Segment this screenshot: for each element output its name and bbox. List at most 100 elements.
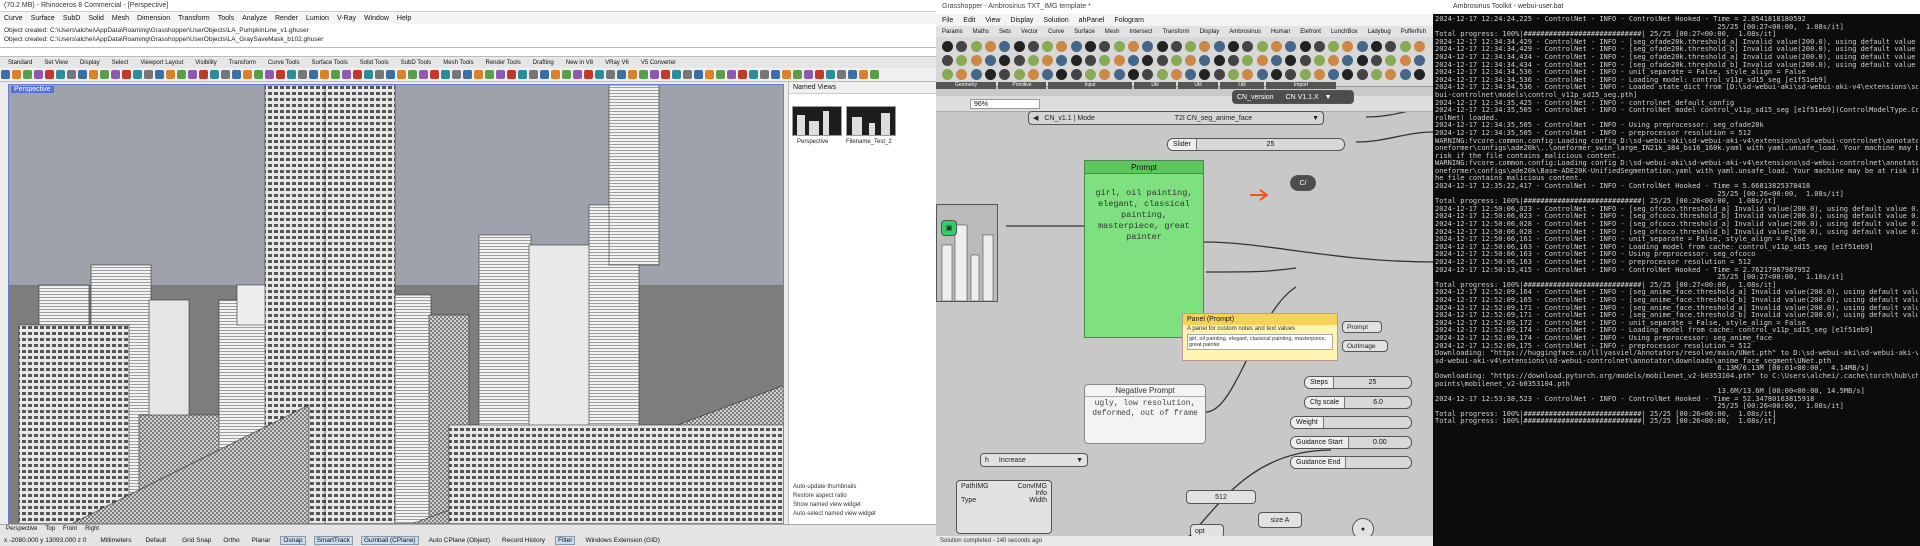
gh-menu-item[interactable]: Edit	[963, 17, 975, 24]
menu-item[interactable]: Curve	[4, 15, 23, 22]
gh-component-icon[interactable]	[1256, 69, 1268, 80]
gh-component-icon[interactable]	[1199, 41, 1211, 52]
gh-component-icon[interactable]	[1342, 55, 1354, 66]
gh-component-icon[interactable]	[1413, 69, 1425, 80]
toolbar-tab[interactable]: VRay V6	[605, 60, 629, 66]
toolbar-tool-icon[interactable]	[595, 70, 604, 79]
toolbar-tool-icon[interactable]	[826, 70, 835, 79]
option-checkbox[interactable]: Show named view widget	[793, 502, 861, 508]
weight-slider[interactable]: Weight	[1290, 416, 1412, 429]
toolbar-tab[interactable]: SubD Tools	[401, 60, 432, 66]
units-readout[interactable]: Millimeters	[100, 537, 131, 544]
toolbar-tool-icon[interactable]	[144, 70, 153, 79]
toolbar-tab[interactable]: Select	[112, 60, 129, 66]
gh-component-icon[interactable]	[1413, 55, 1425, 66]
gh-component-icon[interactable]	[1199, 69, 1211, 80]
gh-component-icon[interactable]	[1285, 41, 1297, 52]
menu-item[interactable]: SubD	[63, 15, 81, 22]
viewport-label[interactable]: Perspective	[11, 86, 54, 93]
named-view-thumbnail[interactable]	[846, 106, 896, 136]
toolbar-tool-icon[interactable]	[430, 70, 439, 79]
toolbar-tool-icon[interactable]	[518, 70, 527, 79]
osnap-toggle[interactable]: Planar	[250, 537, 273, 544]
gh-component-icon[interactable]	[970, 55, 982, 66]
viewport-tab[interactable]: Right	[85, 526, 99, 532]
toolbar-tool-icon[interactable]	[177, 70, 186, 79]
gh-tab[interactable]: Human	[1271, 29, 1290, 35]
gh-component-icon[interactable]	[1313, 55, 1325, 66]
menu-item[interactable]: Render	[275, 15, 298, 22]
gh-component-icon[interactable]	[1027, 55, 1039, 66]
gh-component-icon[interactable]	[1113, 55, 1125, 66]
toolbar-tab[interactable]: New in V8	[566, 60, 593, 66]
gh-component-icon[interactable]	[1070, 69, 1082, 80]
gh-component-icon[interactable]	[1156, 41, 1168, 52]
toolbar-tool-icon[interactable]	[397, 70, 406, 79]
toolbar-tab[interactable]: Viewport Layout	[140, 60, 183, 66]
toolbar-tab[interactable]: Solid Tools	[360, 60, 389, 66]
gh-component-icon[interactable]	[1285, 55, 1297, 66]
toolbar-tool-icon[interactable]	[584, 70, 593, 79]
gh-component-icon[interactable]	[1042, 69, 1054, 80]
gh-tab[interactable]: Vector	[1021, 29, 1038, 35]
perspective-viewport[interactable]: Perspective	[8, 84, 784, 524]
gh-component-icon[interactable]	[1385, 41, 1397, 52]
osnap-toggle[interactable]: Osnap	[280, 536, 306, 545]
gh-component-icon[interactable]	[1371, 55, 1382, 66]
slider-component[interactable]: Slider 25	[1167, 138, 1345, 151]
gh-component-icon[interactable]	[942, 55, 953, 66]
toolbar-tool-icon[interactable]	[166, 70, 175, 79]
gh-component-icon[interactable]	[1027, 41, 1039, 52]
toolbar-tool-icon[interactable]	[859, 70, 868, 79]
menu-item[interactable]: Transform	[178, 15, 210, 22]
gh-component-icon[interactable]	[1127, 69, 1139, 80]
toolbar-tool-icon[interactable]	[342, 70, 351, 79]
viewport-tab[interactable]: Top	[45, 526, 55, 532]
osnap-toggle[interactable]: Grid Snap	[180, 537, 213, 544]
viewport-tab[interactable]: Perspective	[6, 526, 37, 532]
gh-tab[interactable]: Surface	[1074, 29, 1095, 35]
gh-component-icon[interactable]	[1328, 69, 1340, 80]
osnap-toggle[interactable]: Ortho	[221, 537, 241, 544]
gh-tab[interactable]: Mesh	[1105, 29, 1120, 35]
gh-tab[interactable]: Sets	[999, 29, 1011, 35]
gh-component-icon[interactable]	[1342, 41, 1354, 52]
menu-item[interactable]: Tools	[218, 15, 234, 22]
toolbar-tool-icon[interactable]	[243, 70, 252, 79]
toolbar-tool-icon[interactable]	[782, 70, 791, 79]
toolbar-tool-icon[interactable]	[375, 70, 384, 79]
toolbar-tool-icon[interactable]	[496, 70, 505, 79]
gh-component-icon[interactable]	[942, 41, 953, 52]
toolbar-tool-icon[interactable]	[815, 70, 824, 79]
gh-tab[interactable]: Transform	[1162, 29, 1189, 35]
toolbar-tool-icon[interactable]	[100, 70, 109, 79]
toolbar-tool-icon[interactable]	[188, 70, 197, 79]
gh-component-icon[interactable]	[1013, 41, 1025, 52]
gh-component-icon[interactable]	[956, 55, 968, 66]
toolbar-tab[interactable]: Display	[80, 60, 100, 66]
gh-component-icon[interactable]	[1299, 41, 1311, 52]
mode-selector[interactable]: ◀ CN_v1.1 | Mode T2I CN_seg_anime_face ▼	[1028, 111, 1324, 125]
gh-component-icon[interactable]	[1113, 69, 1125, 80]
gh-component-icon[interactable]	[1056, 55, 1068, 66]
toolbar-tool-icon[interactable]	[474, 70, 483, 79]
gh-tab[interactable]: Pufferfish	[1401, 29, 1426, 35]
gh-component-icon[interactable]	[1056, 69, 1068, 80]
menu-item[interactable]: Solid	[88, 15, 104, 22]
gh-component-icon[interactable]	[1070, 55, 1082, 66]
toolbar-tab[interactable]: Transform	[229, 60, 256, 66]
menu-item[interactable]: Surface	[31, 15, 55, 22]
gh-component-icon[interactable]	[1013, 69, 1025, 80]
menu-item[interactable]: Lumion	[306, 15, 329, 22]
gh-component-icon[interactable]	[1228, 55, 1239, 66]
toolbar-tool-icon[interactable]	[287, 70, 296, 79]
toolbar-tool-icon[interactable]	[89, 70, 98, 79]
toolbar-tool-icon[interactable]	[716, 70, 725, 79]
option-checkbox[interactable]: Auto-select named view widget	[793, 511, 876, 517]
gh-component-icon[interactable]	[999, 55, 1011, 66]
toolbar-tool-icon[interactable]	[56, 70, 65, 79]
gh-component-icon[interactable]	[1270, 55, 1282, 66]
negative-prompt-text[interactable]: ugly, low resolution, deformed, out of f…	[1085, 397, 1205, 419]
gh-component-icon[interactable]	[1099, 41, 1111, 52]
toolbar-tool-icon[interactable]	[760, 70, 769, 79]
